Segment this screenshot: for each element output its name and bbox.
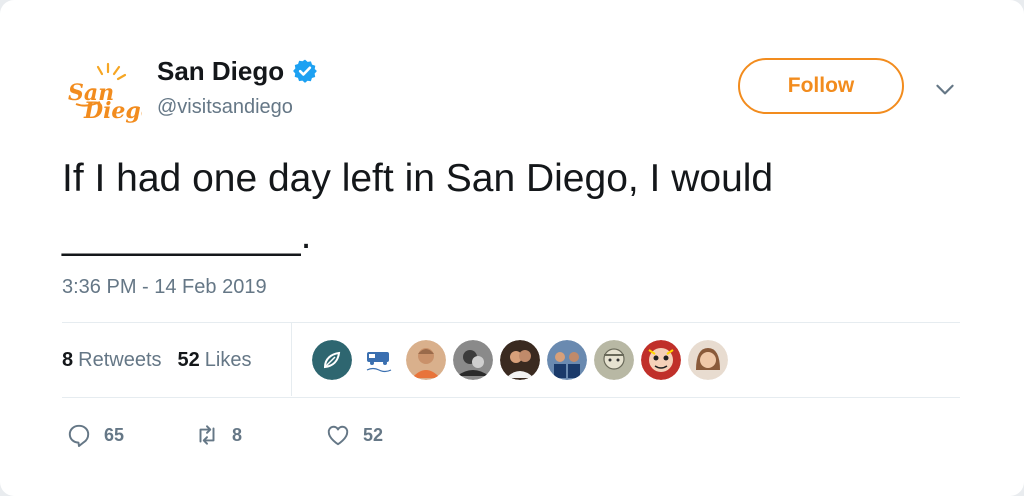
liker-avatar[interactable] [406,340,446,380]
heart-icon [327,425,349,446]
retweets-stat[interactable]: 8 Retweets [62,349,162,372]
divider-top [62,322,960,323]
tweet-timestamp[interactable]: 3:36 PM - 14 Feb 2019 [62,276,267,299]
liker-avatar[interactable] [312,340,352,380]
divider-bottom [62,397,960,398]
tweet-text: If I had one day left in San Diego, I wo… [62,150,922,264]
retweet-icon [199,425,215,445]
verified-badge-icon [293,59,318,83]
stats-separator [291,323,292,396]
tweet-text-line-2: ___________. [62,214,312,257]
reply-icon [68,424,90,448]
retweets-count: 8 [62,348,74,371]
follow-button[interactable]: Follow [738,58,904,114]
liker-avatar[interactable] [359,340,399,380]
liker-avatar[interactable] [500,340,540,380]
chevron-down-icon[interactable] [932,76,958,102]
liker-avatar[interactable] [453,340,493,380]
like-count: 52 [363,424,384,445]
san-diego-logo-icon[interactable]: San Diego [62,60,156,140]
like-button[interactable]: 52 [325,420,383,450]
retweets-label: Retweets [78,348,162,371]
tweet-text-line-1: If I had one day left in San Diego, I wo… [62,157,774,200]
liker-avatar[interactable] [688,340,728,380]
engagement-stats: 8 Retweets 52 Likes [62,346,251,374]
likers-avatars [312,340,735,380]
tweet-card: San Diego San Diego @visitsandiego Follo… [0,0,1024,496]
account-handle[interactable]: @visitsandiego [157,96,293,119]
liker-avatar[interactable] [594,340,634,380]
likes-count: 52 [177,348,200,371]
liker-avatar[interactable] [641,340,681,380]
likes-label: Likes [204,348,252,371]
retweet-button[interactable]: 8 [194,420,242,450]
svg-text:Diego: Diego [83,98,142,124]
account-name[interactable]: San Diego [157,56,284,87]
reply-button[interactable]: 65 [66,420,124,450]
likes-stat[interactable]: 52 Likes [178,349,252,372]
liker-avatar[interactable] [547,340,587,380]
reply-count: 65 [104,424,125,445]
retweet-count: 8 [232,424,243,445]
